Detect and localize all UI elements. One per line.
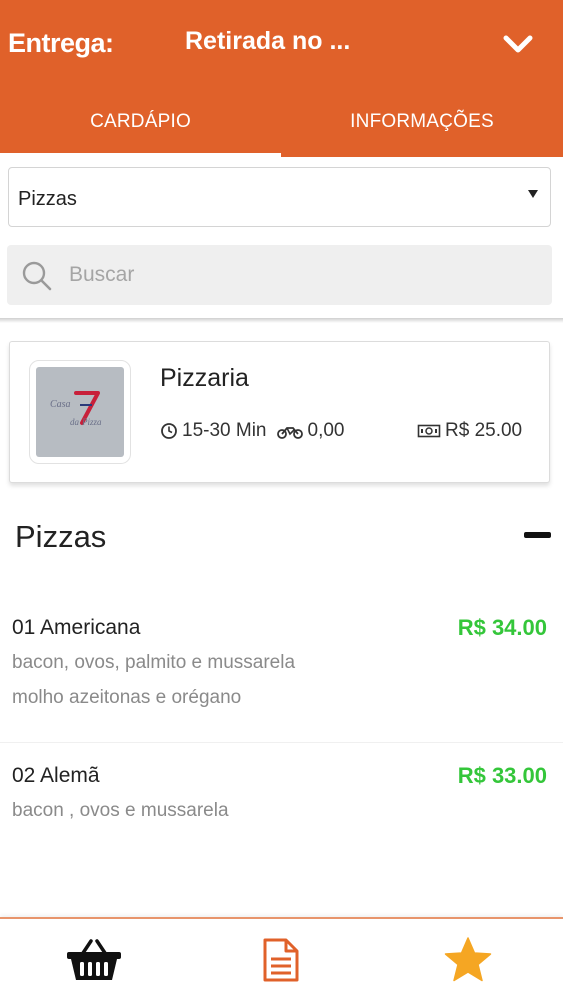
delivery-value[interactable]: Retirada no ... bbox=[185, 27, 350, 56]
delivery-fee: 0,00 bbox=[276, 420, 345, 442]
menu-item-price: R$ 33.00 bbox=[457, 763, 547, 788]
app-header: Entrega: Retirada no ... CARDÁPIO INFORM… bbox=[0, 0, 563, 157]
clock-icon bbox=[161, 423, 177, 439]
delivery-fee-value: 0,00 bbox=[307, 420, 345, 441]
min-order: R$ 25.00 bbox=[417, 420, 522, 442]
store-logo: Casa da Pizza bbox=[29, 360, 131, 464]
active-tab-indicator bbox=[0, 153, 281, 157]
tab-cardapio-label: CARDÁPIO bbox=[90, 111, 191, 132]
delivery-selector[interactable]: Entrega: Retirada no ... bbox=[0, 0, 563, 88]
menu-item-name: 02 Alemã bbox=[12, 764, 100, 787]
menu-item-price: R$ 34.00 bbox=[457, 615, 547, 640]
chevron-down-icon[interactable] bbox=[500, 26, 536, 62]
section-title: Pizzas bbox=[15, 519, 107, 554]
bottom-nav bbox=[0, 917, 563, 1000]
collapse-minus-icon[interactable] bbox=[524, 532, 551, 538]
item-divider bbox=[0, 742, 563, 743]
svg-text:da: da bbox=[70, 417, 80, 427]
category-select[interactable]: Pizzas bbox=[8, 167, 551, 227]
store-name: Pizzaria bbox=[160, 364, 249, 392]
store-meta: 15-30 Min 0,00 bbox=[160, 420, 344, 442]
min-order-value: R$ 25.00 bbox=[445, 420, 523, 441]
store-logo-mark: Casa da Pizza bbox=[50, 391, 102, 427]
tab-bar: CARDÁPIO INFORMAÇÕES bbox=[0, 96, 563, 157]
basket-icon bbox=[66, 938, 121, 980]
nav-favorites-button[interactable] bbox=[374, 919, 561, 1000]
tab-informacoes[interactable]: INFORMAÇÕES bbox=[281, 96, 563, 157]
nav-orders-button[interactable] bbox=[187, 919, 374, 1000]
tab-cardapio[interactable]: CARDÁPIO bbox=[0, 96, 281, 157]
tab-informacoes-label: INFORMAÇÕES bbox=[350, 111, 494, 132]
search-box[interactable] bbox=[7, 245, 552, 305]
category-select-value: Pizzas bbox=[18, 188, 77, 210]
menu-item-description-line: bacon, ovos, palmito e mussarela bbox=[12, 652, 296, 673]
menu-item[interactable]: 02 Alemã R$ 33.00 bacon , ovos e mussare… bbox=[0, 746, 563, 886]
svg-text:Pizza: Pizza bbox=[81, 417, 102, 427]
menu-item-name: 01 Americana bbox=[12, 616, 141, 639]
delivery-time: 15-30 Min bbox=[182, 420, 267, 441]
svg-text:Casa: Casa bbox=[50, 399, 71, 410]
store-card[interactable]: Casa da Pizza Pizzaria 15-30 Min 0,00 R$… bbox=[9, 341, 550, 483]
store-logo-image: Casa da Pizza bbox=[36, 367, 124, 457]
star-icon bbox=[444, 936, 491, 981]
section-divider-shadow bbox=[0, 318, 563, 323]
search-icon bbox=[22, 261, 52, 291]
document-icon bbox=[263, 938, 298, 981]
caret-down-icon bbox=[528, 190, 538, 198]
money-icon bbox=[417, 424, 441, 438]
menu-item-description-line: bacon , ovos e mussarela bbox=[12, 800, 229, 821]
delivery-label: Entrega: bbox=[8, 28, 114, 58]
nav-cart-button[interactable] bbox=[0, 919, 187, 1000]
menu-item[interactable]: 01 Americana R$ 34.00 bacon, ovos, palmi… bbox=[0, 598, 563, 740]
motorcycle-icon bbox=[276, 427, 303, 439]
menu-item-description-line: molho azeitonas e orégano bbox=[12, 687, 242, 708]
search-input[interactable] bbox=[69, 259, 529, 291]
